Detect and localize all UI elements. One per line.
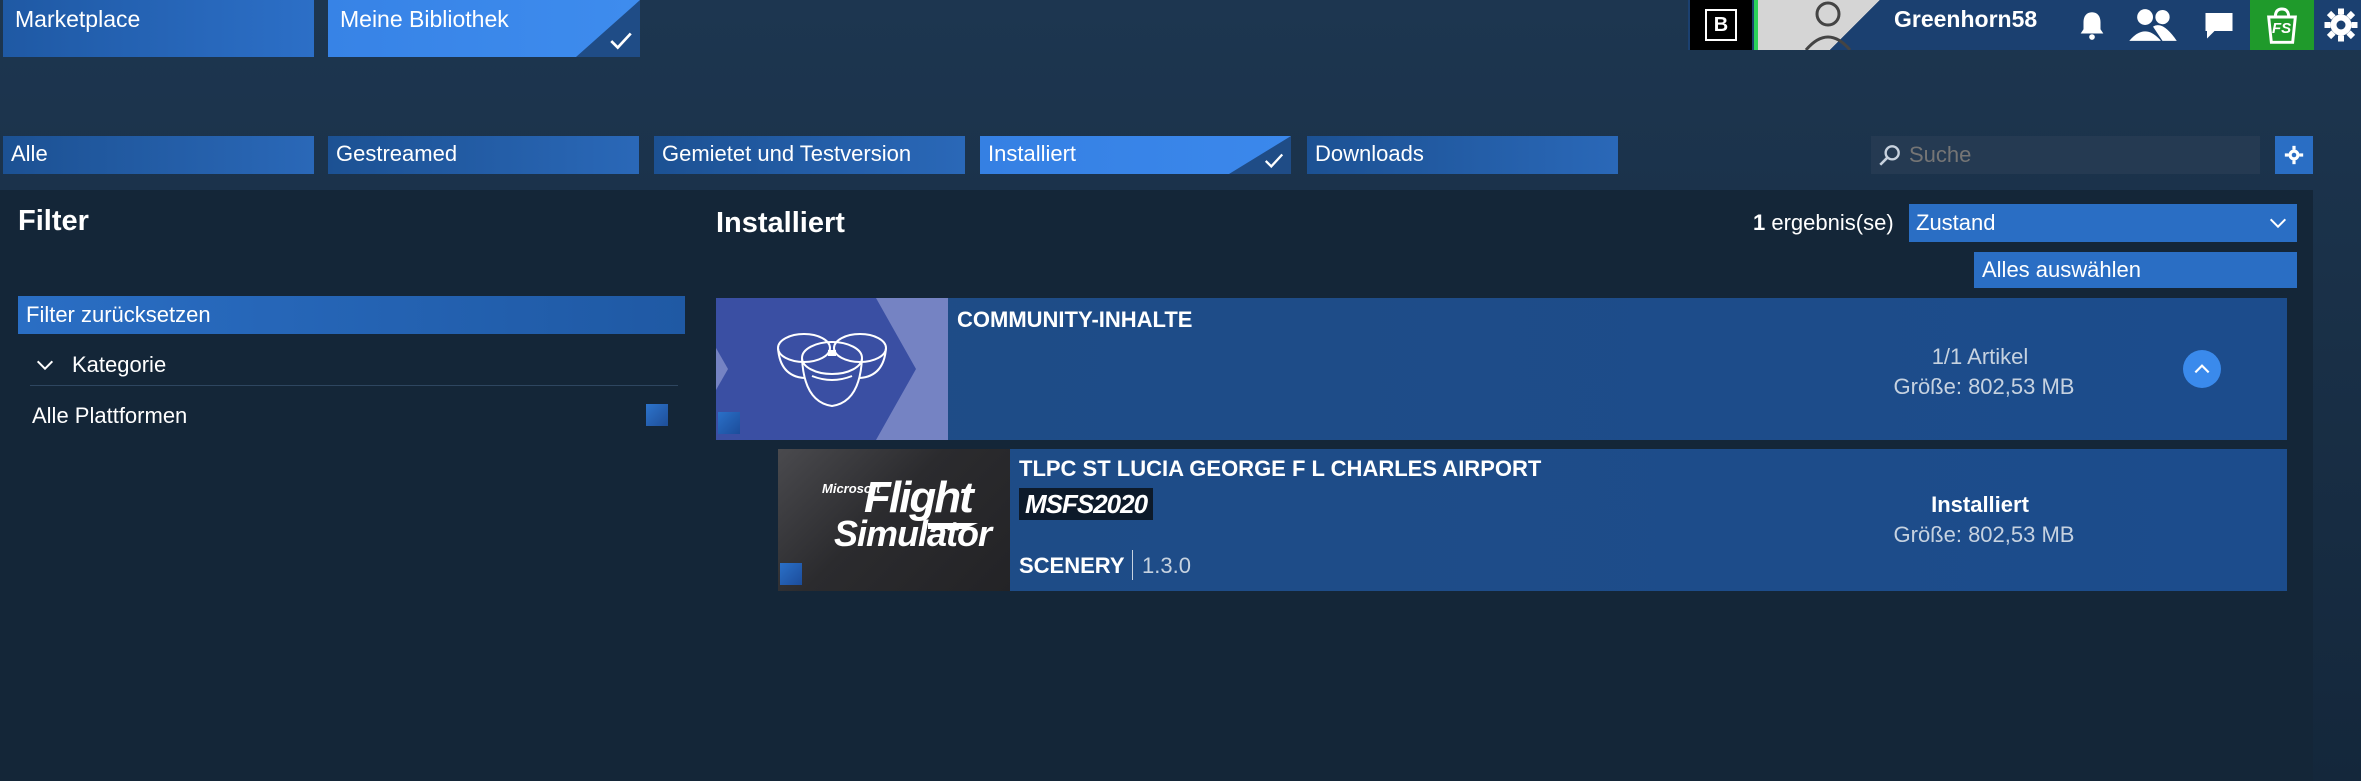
- bell-icon[interactable]: [2070, 0, 2114, 50]
- select-all-button[interactable]: Alles auswählen: [1974, 252, 2297, 288]
- item-type: SCENERY: [1019, 553, 1125, 578]
- result-count-number: 1: [1753, 210, 1766, 235]
- platform-badge-text: MSFS2020: [1025, 488, 1148, 519]
- category-label: Kategorie: [72, 351, 167, 377]
- gear-icon[interactable]: [2320, 0, 2361, 50]
- check-icon: [610, 32, 632, 50]
- marketplace-tab[interactable]: Marketplace: [3, 0, 314, 57]
- tab-downloads[interactable]: Downloads: [1307, 136, 1618, 174]
- check-icon: [1264, 153, 1284, 169]
- search-icon: [1879, 145, 1900, 166]
- group-select-checkbox[interactable]: [718, 412, 740, 434]
- store-logo-text: FS: [2272, 20, 2292, 37]
- tab-installed[interactable]: Installiert: [980, 136, 1291, 174]
- friends-icon[interactable]: [2124, 0, 2182, 50]
- collapse-button[interactable]: [2183, 350, 2221, 388]
- tab-streamed[interactable]: Gestreamed: [328, 136, 639, 174]
- item-status: Installiert: [1931, 492, 2029, 517]
- tab-downloads-label: Downloads: [1315, 141, 1424, 166]
- filter-title: Filter: [18, 205, 89, 237]
- filter-reset-button[interactable]: Filter zurücksetzen: [18, 296, 685, 334]
- sort-value: Zustand: [1916, 210, 1996, 235]
- tab-streamed-label: Gestreamed: [336, 141, 458, 166]
- username[interactable]: Greenhorn58: [1894, 6, 2037, 33]
- platform-filter-label: Alle Plattformen: [32, 403, 188, 428]
- marketplace-label: Marketplace: [15, 6, 141, 32]
- category-toggle[interactable]: Kategorie: [30, 344, 678, 386]
- tab-installed-label: Installiert: [988, 141, 1077, 166]
- platform-badge: MSFS2020: [1019, 488, 1154, 520]
- search-field[interactable]: [1871, 136, 2260, 174]
- user-badge[interactable]: B: [1690, 0, 1752, 50]
- tab-rented-label: Gemietet und Testversion: [662, 141, 912, 166]
- tab-rented[interactable]: Gemietet und Testversion: [654, 136, 965, 174]
- chevron-up-icon: [2194, 364, 2210, 374]
- version-divider: [1132, 550, 1133, 580]
- group-count: 1/1 Artikel: [1931, 344, 2029, 369]
- gear-icon: [2284, 145, 2304, 165]
- avatar[interactable]: [1754, 0, 1882, 50]
- chevron-down-icon: [2269, 218, 2287, 229]
- chevron-down-icon: [36, 360, 54, 370]
- item-version: 1.3.0: [1142, 553, 1191, 578]
- group-title: COMMUNITY-INHALTE: [957, 307, 1193, 332]
- library-label: Meine Bibliothek: [340, 6, 509, 32]
- group-size: Größe: 802,53 MB: [1893, 374, 2075, 399]
- item-size: Größe: 802,53 MB: [1893, 522, 2075, 547]
- store-icon[interactable]: FS: [2250, 0, 2314, 50]
- item-select-checkbox[interactable]: [780, 563, 802, 585]
- search-settings-button[interactable]: [2275, 136, 2313, 174]
- avatar-person-icon: [1804, 1, 1852, 50]
- sort-dropdown[interactable]: Zustand: [1909, 204, 2297, 242]
- result-count: 1 ergebnis(se): [1753, 210, 1894, 236]
- search-input[interactable]: [1907, 141, 2231, 169]
- pilot-caps-icon: [716, 298, 948, 440]
- msfs-logo-thumbnail: Microsoft Flight Simulator: [778, 449, 1010, 591]
- platform-checkbox[interactable]: [646, 404, 668, 426]
- tab-all-label: Alle: [11, 141, 48, 166]
- select-all-label: Alles auswählen: [1982, 257, 2141, 282]
- chat-icon[interactable]: [2196, 0, 2242, 50]
- result-count-label: ergebnis(se): [1771, 210, 1894, 235]
- user-badge-letter: B: [1705, 9, 1737, 41]
- page-title: Installiert: [716, 207, 845, 239]
- tab-all[interactable]: Alle: [3, 136, 314, 174]
- filter-reset-label: Filter zurücksetzen: [26, 302, 211, 327]
- airplane-swoosh-icon: [928, 523, 978, 529]
- item-title: TLPC ST LUCIA GEORGE F L CHARLES AIRPORT: [1019, 456, 1542, 481]
- library-tab[interactable]: Meine Bibliothek: [328, 0, 640, 57]
- community-thumbnail: [716, 298, 948, 440]
